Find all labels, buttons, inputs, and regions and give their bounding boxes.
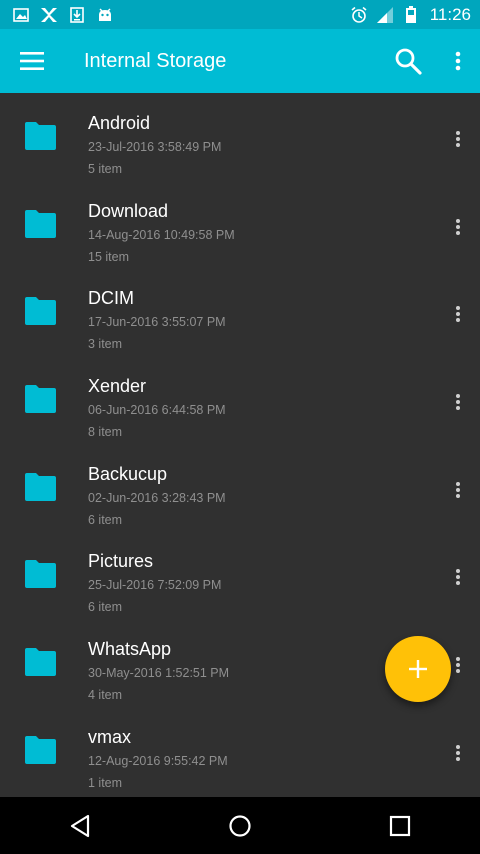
folder-icon [25,385,56,414]
file-info: Pictures 25-Jul-2016 7:52:09 PM 6 item [88,550,221,614]
file-options-button[interactable] [446,390,470,414]
file-info: Android 23-Jul-2016 3:58:49 PM 5 item [88,112,221,176]
more-vert-icon [456,394,460,411]
status-bar: 11:26 [0,0,480,29]
recents-button[interactable] [370,801,430,851]
file-options-button[interactable] [446,741,470,765]
folder-icon [25,560,56,589]
search-icon [395,48,422,75]
file-options-button[interactable] [446,302,470,326]
home-icon [229,814,251,837]
alarm-icon [350,6,368,24]
file-date: 02-Jun-2016 3:28:43 PM [88,490,226,505]
file-date: 25-Jul-2016 7:52:09 PM [88,578,222,593]
xender-icon [40,6,58,24]
file-row[interactable]: DCIM 17-Jun-2016 3:55:07 PM 3 item [0,268,480,356]
folder-icon [25,122,56,150]
file-name: Xender [88,376,147,397]
file-item-count: 3 item [88,337,123,352]
back-icon [70,814,90,837]
folder-icon [25,735,56,764]
file-item-count: 6 item [88,512,123,527]
hamburger-menu-icon [20,52,44,70]
file-item-count: 1 item [88,775,123,790]
battery-icon [402,5,420,24]
file-name: Android [88,113,151,133]
more-vert-icon [456,569,460,586]
file-info: vmax 12-Aug-2016 9:55:42 PM 1 item [88,726,228,790]
file-info: DCIM 17-Jun-2016 3:55:07 PM 3 item [88,287,226,351]
file-item-count: 6 item [88,600,123,615]
file-info: Xender 06-Jun-2016 6:44:58 PM 8 item [88,375,226,439]
android-icon [96,6,114,24]
overflow-menu-button[interactable] [436,33,480,89]
file-item-count: 4 item [88,688,123,703]
file-date: 17-Jun-2016 3:55:07 PM [88,315,226,330]
file-name: vmax [88,726,132,747]
file-row[interactable]: Download 14-Aug-2016 10:49:58 PM 15 item [0,181,480,269]
file-options-button[interactable] [446,565,470,589]
app-toolbar: Internal Storage [0,29,480,93]
file-name: DCIM [88,288,134,309]
file-date: 14-Aug-2016 10:49:58 PM [88,227,235,242]
file-info: Download 14-Aug-2016 10:49:58 PM 15 item [88,200,235,264]
more-vert-icon [456,657,460,674]
more-vert-icon [456,131,460,147]
back-button[interactable] [50,801,110,851]
menu-button[interactable] [4,33,60,89]
page-title: Internal Storage [84,49,227,72]
search-button[interactable] [380,33,436,89]
home-button[interactable] [210,801,270,851]
file-name: Pictures [88,551,154,572]
file-options-button[interactable] [446,478,470,502]
file-date: 30-May-2016 1:52:51 PM [88,666,230,681]
file-info: Backucup 02-Jun-2016 3:28:43 PM 6 item [88,463,226,527]
file-item-count: 15 item [88,249,129,264]
image-icon [12,6,30,24]
file-name: Backucup [88,463,168,484]
file-date: 23-Jul-2016 3:58:49 PM [88,140,222,154]
folder-icon [25,209,56,238]
file-row[interactable]: Android 23-Jul-2016 3:58:49 PM 5 item [0,93,480,181]
more-vert-icon [455,51,461,71]
file-row[interactable]: vmax 12-Aug-2016 9:55:42 PM 1 item [0,707,480,795]
folder-icon [25,472,56,501]
recents-icon [389,815,411,836]
more-vert-icon [456,481,460,498]
navigation-bar [0,797,480,854]
more-vert-icon [456,218,460,235]
status-time: 11:26 [429,4,471,24]
more-vert-icon [456,744,460,761]
file-name: Download [88,200,169,221]
file-item-count: 5 item [88,162,123,176]
file-options-button[interactable] [446,127,470,151]
file-row[interactable]: Xender 06-Jun-2016 6:44:58 PM 8 item [0,356,480,444]
plus-icon [409,660,427,678]
download-icon [68,6,86,24]
file-options-button[interactable] [446,215,470,239]
add-fab-button[interactable] [385,636,451,702]
folder-icon [25,297,56,326]
more-vert-icon [456,306,460,323]
signal-icon [376,6,394,24]
folder-icon [25,648,56,677]
file-info: WhatsApp 30-May-2016 1:52:51 PM 4 item [88,638,229,702]
file-item-count: 8 item [88,425,123,440]
file-row[interactable]: Pictures 25-Jul-2016 7:52:09 PM 6 item [0,531,480,619]
file-date: 06-Jun-2016 6:44:58 PM [88,403,226,418]
file-name: WhatsApp [88,639,172,660]
file-date: 12-Aug-2016 9:55:42 PM [88,753,228,768]
file-row[interactable]: Backucup 02-Jun-2016 3:28:43 PM 6 item [0,444,480,532]
